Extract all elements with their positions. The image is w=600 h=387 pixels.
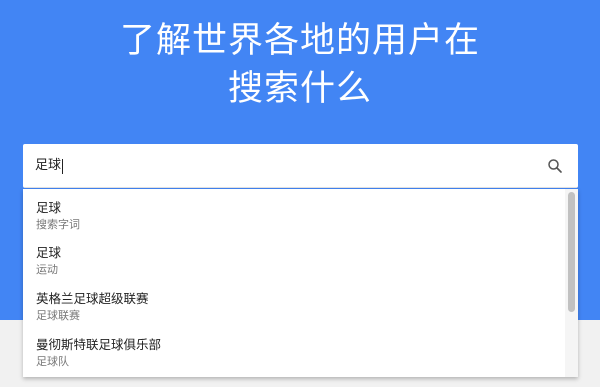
suggestion-item[interactable]: 曼彻斯特联足球俱乐部 足球队 [23, 326, 563, 372]
text-caret [62, 158, 64, 174]
suggestion-item[interactable]: 英格兰足球超级联赛 足球联赛 [23, 280, 563, 326]
suggestion-title: 足球 [36, 200, 62, 215]
page-title-line-1: 了解世界各地的用户在 [119, 21, 480, 61]
search-input-value: 足球 [35, 158, 62, 173]
search-input[interactable]: 足球 [35, 144, 535, 188]
suggestion-subtitle: 足球联赛 [36, 309, 80, 322]
suggestion-title: 曼彻斯特联足球俱乐部 [36, 337, 162, 352]
suggestion-title: 足球 [36, 245, 62, 260]
suggestion-subtitle: 搜索字词 [36, 218, 80, 231]
page-title: 了解世界各地的用户在 搜索什么 [0, 17, 600, 113]
suggestion-item[interactable]: 足球 搜索字词 [23, 189, 563, 235]
scrollbar[interactable] [565, 189, 578, 377]
suggestion-subtitle: 运动 [36, 263, 58, 276]
search-box[interactable]: 足球 [23, 144, 578, 188]
scrollbar-thumb[interactable] [568, 192, 575, 312]
suggestion-subtitle: 足球队 [36, 355, 69, 368]
suggestion-item[interactable]: 足球 运动 [23, 234, 563, 280]
page-title-line-2: 搜索什么 [227, 69, 372, 109]
suggestion-title: 英格兰足球超级联赛 [36, 291, 149, 306]
search-icon[interactable] [546, 157, 564, 175]
autocomplete-dropdown: 足球 搜索字词 足球 运动 英格兰足球超级联赛 足球联赛 曼彻斯特联足球俱乐部 … [23, 189, 578, 377]
